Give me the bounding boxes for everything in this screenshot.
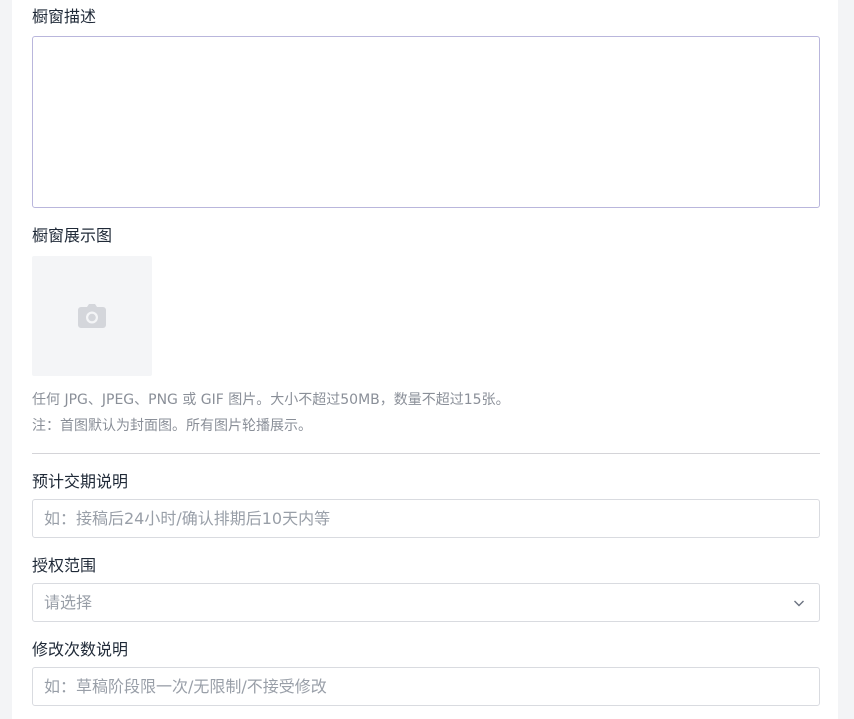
revision-note-label: 修改次数说明 [32,640,129,659]
form-panel: 橱窗描述 橱窗展示图 任何 JPG、JPEG、PNG 或 GIF 图片。大小不超… [12,0,838,719]
license-scope-select[interactable]: 请选择 [32,583,820,622]
delivery-note-input[interactable]: 如：接稿后24小时/确认排期后10天内等 [32,499,820,538]
upload-hint-cover: 注：首图默认为封面图。所有图片轮播展示。 [32,418,312,434]
chevron-down-icon [794,600,804,607]
showcase-description-label: 橱窗描述 [32,7,97,26]
license-scope-placeholder: 请选择 [44,593,93,612]
upload-hint-formats: 任何 JPG、JPEG、PNG 或 GIF 图片。大小不超过50MB，数量不超过… [32,392,510,408]
image-upload-box[interactable] [32,256,152,376]
license-scope-label: 授权范围 [32,556,97,575]
delivery-note-label: 预计交期说明 [32,472,129,491]
showcase-image-label: 橱窗展示图 [32,226,113,245]
showcase-description-textarea[interactable] [32,36,820,208]
delivery-note-placeholder: 如：接稿后24小时/确认排期后10天内等 [44,509,331,528]
revision-note-input[interactable]: 如：草稿阶段限一次/无限制/不接受修改 [32,667,820,706]
revision-note-placeholder: 如：草稿阶段限一次/无限制/不接受修改 [44,677,327,696]
section-divider [32,453,820,454]
camera-icon [78,304,106,328]
